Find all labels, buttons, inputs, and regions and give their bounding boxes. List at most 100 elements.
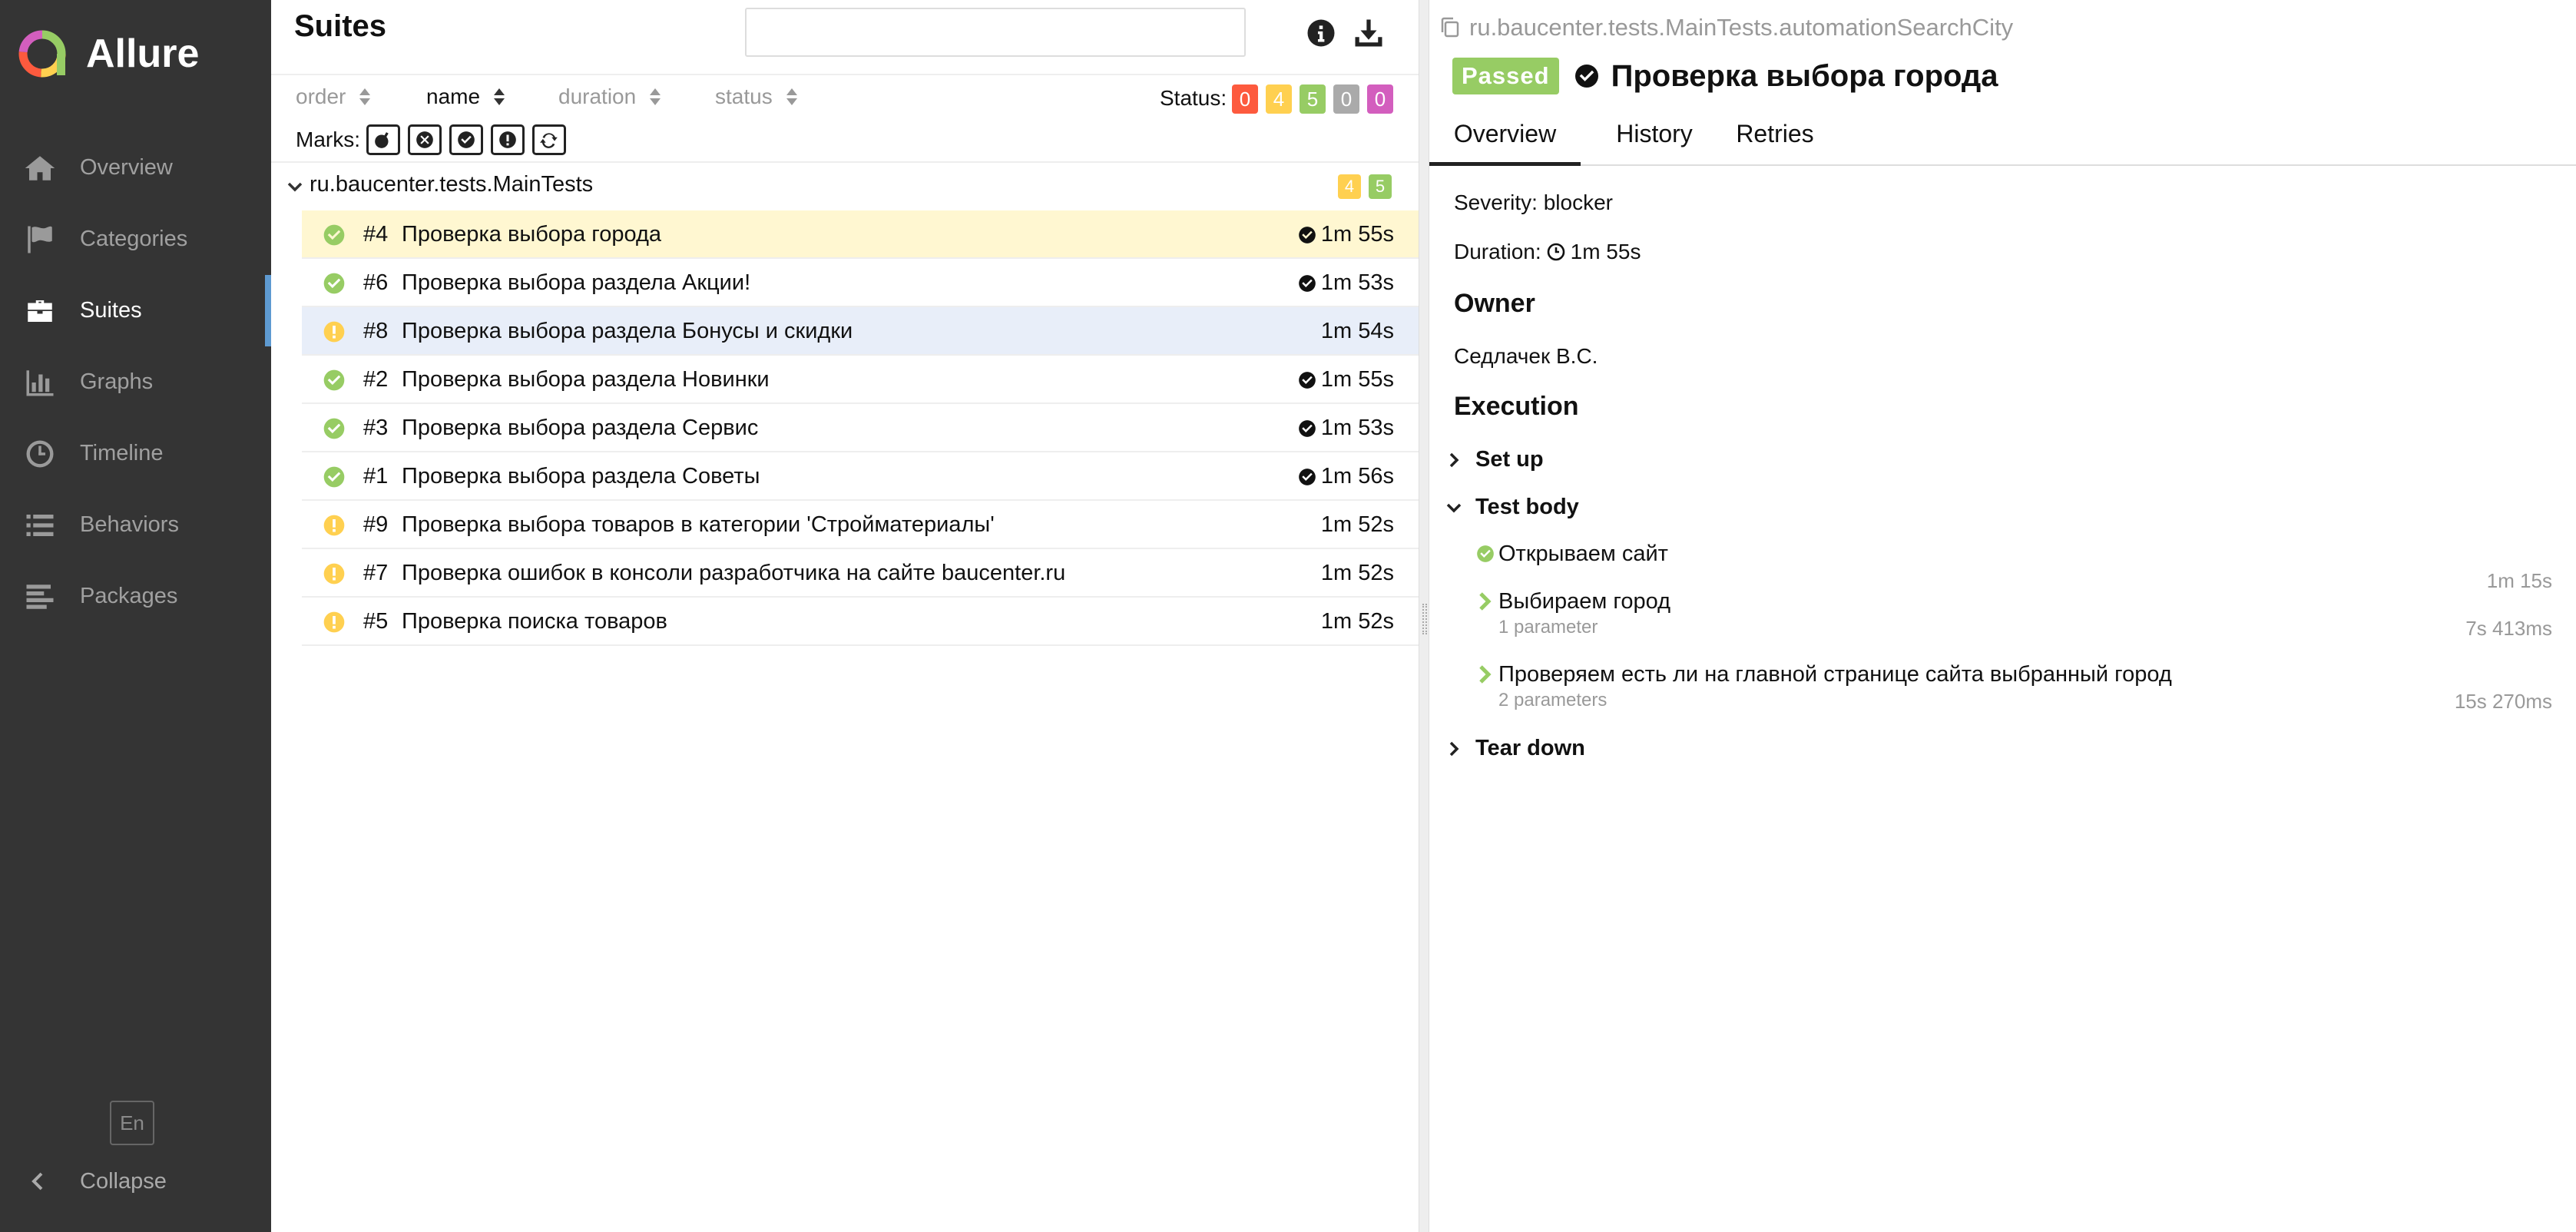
- info-icon[interactable]: [1305, 17, 1337, 49]
- test-number: #6: [363, 270, 389, 295]
- suite-group-name: ru.baucenter.tests.MainTests: [310, 172, 594, 197]
- new-passed-mark-icon: [1297, 419, 1317, 439]
- sidebar-item-behaviors[interactable]: Behaviors: [0, 489, 271, 561]
- sidebar-item-categories[interactable]: Categories: [0, 204, 271, 275]
- search-input[interactable]: [745, 8, 1246, 57]
- mark-new-broken-button[interactable]: [408, 124, 442, 155]
- step-row[interactable]: Открываем сайт 1m 15s: [1475, 541, 2552, 592]
- splitter-grip[interactable]: [1422, 604, 1427, 634]
- test-number: #1: [363, 464, 389, 488]
- test-name: Проверка выбора раздела Акции!: [402, 270, 751, 295]
- test-number: #9: [363, 512, 389, 537]
- status-filter-failed[interactable]: 0: [1232, 84, 1258, 114]
- status-filter-broken[interactable]: 4: [1266, 84, 1292, 114]
- suite-group-row[interactable]: ru.baucenter.tests.MainTests 4 5: [271, 163, 1419, 209]
- sort-name[interactable]: name: [426, 84, 506, 109]
- tab-overview[interactable]: Overview: [1429, 114, 1581, 166]
- test-row[interactable]: #8 Проверка выбора раздела Бонусы и скидк…: [302, 307, 1419, 356]
- sort-order[interactable]: order: [296, 84, 372, 109]
- sidebar-item-label: Categories: [80, 227, 188, 251]
- mark-new-passed-button[interactable]: [449, 124, 483, 155]
- refresh-icon: [540, 133, 558, 148]
- bar-chart-icon: [23, 366, 57, 399]
- check-circle-icon: [1475, 543, 1495, 565]
- status-filter-skipped[interactable]: 0: [1333, 84, 1359, 114]
- sidebar-item-suites[interactable]: Suites: [0, 275, 271, 346]
- test-row[interactable]: #4 Проверка выбора города 1m 55s: [302, 210, 1419, 259]
- setup-toggle[interactable]: Set up: [1445, 447, 1544, 472]
- test-row[interactable]: #7 Проверка ошибок в консоли разработчика…: [302, 549, 1419, 598]
- collapse-button[interactable]: Collapse: [29, 1164, 167, 1198]
- test-row[interactable]: #2 Проверка выбора раздела Новинки 1m 55s: [302, 356, 1419, 404]
- test-name: Проверка ошибок в консоли разработчика н…: [402, 561, 1066, 585]
- test-duration: 1m 53s: [1320, 416, 1394, 440]
- sort-icon: [358, 85, 372, 108]
- test-name: Проверка выбора города: [402, 222, 661, 247]
- passed-status-icon: [322, 465, 346, 489]
- times-circle-icon: [416, 131, 433, 148]
- step-row[interactable]: Выбираем город 1 parameter 7s 413ms: [1475, 589, 2552, 651]
- sidebar-item-graphs[interactable]: Graphs: [0, 346, 271, 418]
- sidebar-item-packages[interactable]: Packages: [0, 561, 271, 632]
- sort-status[interactable]: status: [715, 84, 799, 109]
- download-icon[interactable]: [1353, 17, 1385, 49]
- chevron-right-icon: [1475, 591, 1495, 612]
- chevron-down-icon: [286, 178, 303, 195]
- check-circle-icon: [1573, 62, 1601, 90]
- mark-flaky-button[interactable]: [491, 124, 525, 155]
- pane-splitter[interactable]: [1419, 0, 1429, 1232]
- sort-bar: order name duration status Status: 0 4 5…: [271, 74, 1419, 120]
- bomb-icon: [375, 132, 389, 148]
- test-row[interactable]: #3 Проверка выбора раздела Сервис 1m 53s: [302, 404, 1419, 452]
- sidebar-item-label: Graphs: [80, 369, 154, 394]
- teardown-label: Tear down: [1475, 736, 1585, 760]
- test-name: Проверка поиска товаров: [402, 609, 667, 634]
- test-body-toggle[interactable]: Test body: [1445, 495, 1579, 520]
- chevron-right-icon: [1445, 451, 1463, 469]
- status-filter-passed[interactable]: 5: [1300, 84, 1326, 114]
- clock-icon: [23, 437, 57, 471]
- sidebar-item-label: Overview: [80, 155, 173, 180]
- test-body-label: Test body: [1475, 495, 1579, 519]
- copy-icon[interactable]: [1437, 15, 1463, 41]
- new-passed-mark-icon: [1297, 273, 1317, 293]
- test-number: #8: [363, 319, 389, 343]
- allure-logo-icon: [18, 30, 66, 78]
- step-params: 1 parameter: [1498, 617, 1598, 638]
- collapse-label: Collapse: [80, 1168, 167, 1194]
- status-filter-label: Status:: [1160, 86, 1227, 110]
- mark-retries-button[interactable]: [532, 124, 566, 155]
- chevron-down-icon: [1445, 498, 1463, 517]
- tab-retries[interactable]: Retries: [1727, 114, 1823, 166]
- language-button[interactable]: En: [110, 1101, 154, 1145]
- step-name: Открываем сайт: [1498, 541, 1668, 566]
- status-badge: Passed: [1452, 58, 1559, 94]
- test-duration: 1m 52s: [1320, 512, 1394, 537]
- teardown-toggle[interactable]: Tear down: [1445, 736, 1585, 761]
- owner-heading: Owner: [1454, 289, 1535, 318]
- sidebar-nav: Overview Categories Suites Graphs Timeli…: [0, 132, 271, 632]
- test-row[interactable]: #6 Проверка выбора раздела Акции! 1m 53s: [302, 259, 1419, 307]
- mark-new-failed-button[interactable]: [366, 124, 400, 155]
- test-row[interactable]: #5 Проверка поиска товаров 1m 52s: [302, 598, 1419, 646]
- breadcrumb: ru.baucenter.tests.MainTests.automationS…: [1437, 14, 2013, 41]
- test-duration: 1m 55s: [1320, 222, 1394, 247]
- step-row[interactable]: Проверяем есть ли на главной странице са…: [1475, 662, 2552, 724]
- sidebar-item-timeline[interactable]: Timeline: [0, 418, 271, 489]
- marks-bar: Marks:: [271, 120, 1419, 163]
- brand[interactable]: Allure: [15, 23, 199, 84]
- status-filter-unknown[interactable]: 0: [1367, 84, 1393, 114]
- tab-history[interactable]: History: [1606, 114, 1703, 166]
- sort-duration[interactable]: duration: [558, 84, 662, 109]
- test-duration: 1m 54s: [1320, 319, 1394, 343]
- test-row[interactable]: #1 Проверка выбора раздела Советы 1m 56s: [302, 452, 1419, 501]
- sidebar-item-overview[interactable]: Overview: [0, 132, 271, 204]
- sort-status-label: status: [715, 84, 773, 108]
- severity-label: Severity: blocker: [1454, 190, 1613, 214]
- step-params: 2 parameters: [1498, 690, 1608, 710]
- check-circle-icon: [458, 131, 475, 148]
- align-left-icon: [23, 580, 57, 614]
- new-passed-mark-icon: [1297, 467, 1317, 487]
- test-row[interactable]: #9 Проверка выбора товаров в категории 'С…: [302, 501, 1419, 549]
- briefcase-icon: [23, 294, 57, 328]
